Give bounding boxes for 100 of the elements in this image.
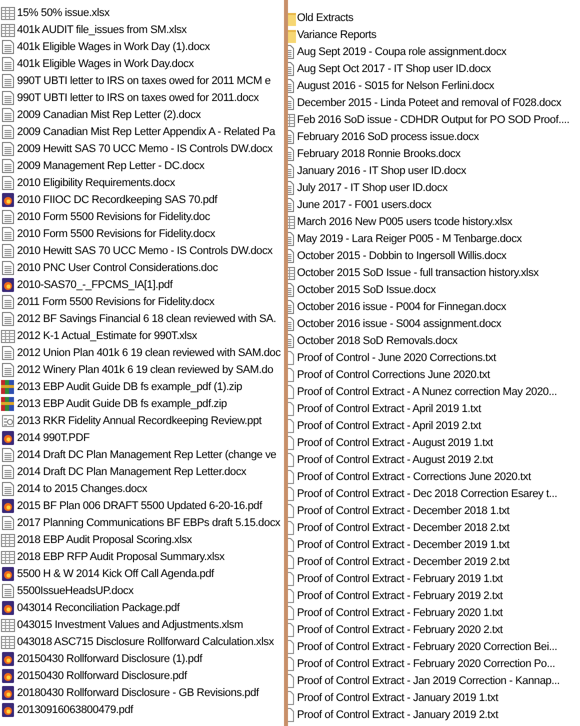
- file-name[interactable]: 2012 K-1 Actual_Estimate for 990T.xlsx: [17, 330, 197, 342]
- file-name[interactable]: 2012 BF Savings Financial 6 18 clean reviewed with SA.: [17, 312, 276, 324]
- file-name[interactable]: February 2016 SoD process issue.docx: [297, 130, 479, 142]
- folder-name[interactable]: Variance Reports: [297, 28, 376, 40]
- pdf-icon: [0, 668, 16, 684]
- page-icon: [0, 90, 16, 106]
- file-name[interactable]: 401k Eligible Wages in Work Day (1).docx: [17, 40, 210, 52]
- file-name[interactable]: Proof of Control Extract - December 2019 2.txt: [297, 556, 510, 568]
- file-name[interactable]: 043018 ASC715 Disclosure Rollforward Calculation.xlsx: [17, 636, 274, 648]
- file-name[interactable]: 2012 Winery Plan 401k 6 19 clean reviewed by SAM.do: [17, 364, 274, 376]
- file-name[interactable]: 2017 Planning Communications BF EBPs draft 5.15.docx: [17, 516, 280, 528]
- file-name[interactable]: 20150430 Rollforward Disclosure.pdf: [17, 670, 187, 682]
- file-name[interactable]: Proof of Control Extract - Dec 2018 Correction Esarey t...: [297, 488, 558, 500]
- page-icon: [0, 310, 16, 326]
- file-name[interactable]: Proof of Control Extract - February 2019 1.txt: [297, 572, 503, 584]
- file-name[interactable]: 2009 Canadian Mist Rep Letter (2).docx: [17, 108, 201, 120]
- file-name[interactable]: 2012 Union Plan 401k 6 19 clean reviewed with SAM.doc: [17, 346, 281, 358]
- file-name[interactable]: May 2019 - Lara Reiger P005 - M Tenbarge.docx: [297, 232, 522, 244]
- file-name[interactable]: October 2016 issue - P004 for Finnegan.docx: [297, 300, 506, 312]
- file-name[interactable]: 2010 Form 5500 Revisions for Fidelity.doc: [17, 210, 210, 222]
- file-name[interactable]: 20130916063800479.pdf: [17, 704, 134, 716]
- pdf-icon: [0, 600, 16, 616]
- file-name[interactable]: Proof of Control Extract - January 2019 1.txt: [297, 692, 498, 704]
- spreadsheet-icon: [288, 112, 296, 128]
- file-name[interactable]: Proof of Control Extract - December 2018 1.txt: [297, 504, 510, 516]
- file-name[interactable]: October 2015 SoD Issue - full transaction history.xlsx: [297, 266, 539, 278]
- file-name[interactable]: 2015 BF Plan 006 DRAFT 5500 Updated 6-20-16.pdf: [17, 500, 262, 512]
- pdf-icon: [0, 702, 16, 718]
- page-icon: [0, 480, 16, 496]
- file-name[interactable]: Proof of Control - June 2020 Corrections.txt: [297, 352, 496, 364]
- file-name[interactable]: June 2017 - F001 users.docx: [297, 198, 432, 210]
- spreadsheet-icon: [0, 616, 16, 632]
- file-name[interactable]: Feb 2016 SoD issue - CDHDR Output for PO SOD Proof....: [297, 114, 570, 126]
- file-name[interactable]: 401k AUDIT file_issues from SM.xlsx: [17, 24, 187, 36]
- file-name[interactable]: 990T UBTI letter to IRS on taxes owed for 2011.docx: [17, 92, 259, 104]
- pdf-icon: [0, 276, 16, 292]
- file-name[interactable]: 2010-SAS70_-_FPCMS_IA[1].pdf: [17, 278, 172, 290]
- page-icon: [0, 140, 16, 156]
- file-name[interactable]: 2014 Draft DC Plan Management Rep Letter.docx: [17, 466, 246, 478]
- file-name[interactable]: 043015 Investment Values and Adjustments.xlsm: [17, 618, 243, 630]
- file-name[interactable]: December 2015 - Linda Poteet and removal of F028.docx: [297, 96, 562, 108]
- file-name[interactable]: Proof of Control Extract - January 2019 2.txt: [297, 708, 498, 720]
- page-icon: [0, 464, 16, 480]
- file-name[interactable]: February 2018 Ronnie Brooks.docx: [297, 148, 460, 160]
- file-name[interactable]: Proof of Control Extract - February 2020 1.txt: [297, 606, 503, 618]
- page-icon: [0, 242, 16, 258]
- file-name[interactable]: 20180430 Rollforward Disclosure - GB Revisions.pdf: [17, 686, 259, 698]
- file-name[interactable]: 2014 990T.PDF: [17, 432, 90, 444]
- file-name[interactable]: Aug Sept 2019 - Coupa role assignment.docx: [297, 46, 506, 58]
- file-name[interactable]: October 2018 SoD Removals.docx: [297, 334, 458, 346]
- file-name[interactable]: Proof of Control Extract - February 2020 2.txt: [297, 624, 503, 636]
- spreadsheet-icon: [0, 532, 16, 548]
- file-name[interactable]: Proof of Control Extract - Corrections June 2020.txt: [297, 470, 531, 482]
- file-name[interactable]: October 2015 SoD Issue.docx: [297, 284, 436, 296]
- file-name[interactable]: Aug Sept Oct 2017 - IT Shop user ID.docx: [297, 62, 491, 74]
- file-name[interactable]: Proof of Control Extract - A Nunez correction May 2020...: [297, 386, 557, 398]
- file-name[interactable]: 2010 Eligibility Requirements.docx: [17, 176, 175, 188]
- file-name[interactable]: July 2017 - IT Shop user ID.docx: [297, 182, 448, 194]
- file-name[interactable]: 043014 Reconciliation Package.pdf: [17, 602, 180, 614]
- file-name[interactable]: 2010 Form 5500 Revisions for Fidelity.docx: [17, 228, 216, 240]
- file-name[interactable]: Proof of Control Extract - December 2019 1.txt: [297, 538, 510, 550]
- file-name[interactable]: Proof of Control Extract - February 2020 Correction Bei...: [297, 640, 558, 652]
- file-name[interactable]: 401k Eligible Wages in Work Day.docx: [17, 58, 194, 70]
- file-name[interactable]: March 2016 New P005 users tcode history.xlsx: [297, 216, 512, 228]
- file-name[interactable]: 2010 PNC User Control Considerations.doc: [17, 262, 218, 274]
- file-name[interactable]: October 2016 issue - S004 assignment.docx: [297, 318, 502, 330]
- file-name[interactable]: January 2016 - IT Shop user ID.docx: [297, 164, 466, 176]
- file-name[interactable]: 20150430 Rollforward Disclosure (1).pdf: [17, 652, 202, 664]
- page-icon: [0, 514, 16, 530]
- file-name[interactable]: 2013 RKR Fidelity Annual Recordkeeping Review.ppt: [17, 414, 262, 426]
- file-name[interactable]: Proof of Control Extract - April 2019 2.txt: [297, 420, 481, 432]
- file-name[interactable]: Proof of Control Extract - February 2020 Correction Po...: [297, 658, 556, 670]
- page-icon: [0, 124, 16, 140]
- file-name[interactable]: Proof of Control Extract - August 2019 2.txt: [297, 454, 493, 466]
- file-name[interactable]: 2013 EBP Audit Guide DB fs example_pdf.zip: [17, 398, 227, 410]
- file-name[interactable]: 990T UBTI letter to IRS on taxes owed for 2011 MCM e: [17, 74, 271, 86]
- file-name[interactable]: 2018 EBP Audit Proposal Scoring.xlsx: [17, 534, 192, 546]
- file-name[interactable]: 2011 Form 5500 Revisions for Fidelity.docx: [17, 296, 214, 308]
- file-name[interactable]: 15% 50% issue.xlsx: [17, 6, 110, 18]
- file-name[interactable]: 5500 H & W 2014 Kick Off Call Agenda.pdf: [17, 568, 214, 580]
- file-name[interactable]: 2009 Management Rep Letter - DC.docx: [17, 160, 204, 172]
- file-name[interactable]: Proof of Control Extract - February 2019 2.txt: [297, 590, 503, 602]
- file-name[interactable]: August 2016 - S015 for Nelson Ferlini.docx: [297, 80, 494, 92]
- file-name[interactable]: Proof of Control Extract - August 2019 1.txt: [297, 436, 493, 448]
- file-name[interactable]: 2014 Draft DC Plan Management Rep Letter (change ve: [17, 448, 276, 460]
- file-name[interactable]: Proof of Control Corrections June 2020.txt: [297, 368, 490, 380]
- file-name[interactable]: 2009 Hewitt SAS 70 UCC Memo - IS Controls DW.docx: [17, 142, 273, 154]
- file-name[interactable]: 2013 EBP Audit Guide DB fs example_pdf (1).zip: [17, 380, 242, 392]
- page-icon: [0, 158, 16, 174]
- file-name[interactable]: October 2015 - Dobbin to Ingersoll Willis.docx: [297, 250, 506, 262]
- folder-name[interactable]: Old Extracts: [297, 12, 354, 24]
- file-name[interactable]: 5500IssueHeadsUP.docx: [17, 584, 134, 596]
- file-name[interactable]: 2009 Canadian Mist Rep Letter Appendix A - Related Pa: [17, 126, 276, 138]
- file-name[interactable]: 2018 EBP RFP Audit Proposal Summary.xlsx: [17, 550, 224, 562]
- file-name[interactable]: Proof of Control Extract - April 2019 1.txt: [297, 402, 481, 414]
- file-name[interactable]: Proof of Control Extract - December 2018 2.txt: [297, 522, 510, 534]
- file-name[interactable]: Proof of Control Extract - Jan 2019 Correction - Kannap...: [297, 674, 560, 686]
- file-name[interactable]: 2014 to 2015 Changes.docx: [17, 482, 148, 494]
- file-name[interactable]: 2010 FIIOC DC Recordkeeping SAS 70.pdf: [17, 194, 218, 206]
- file-name[interactable]: 2010 Hewitt SAS 70 UCC Memo - IS Controls DW.docx: [17, 244, 273, 256]
